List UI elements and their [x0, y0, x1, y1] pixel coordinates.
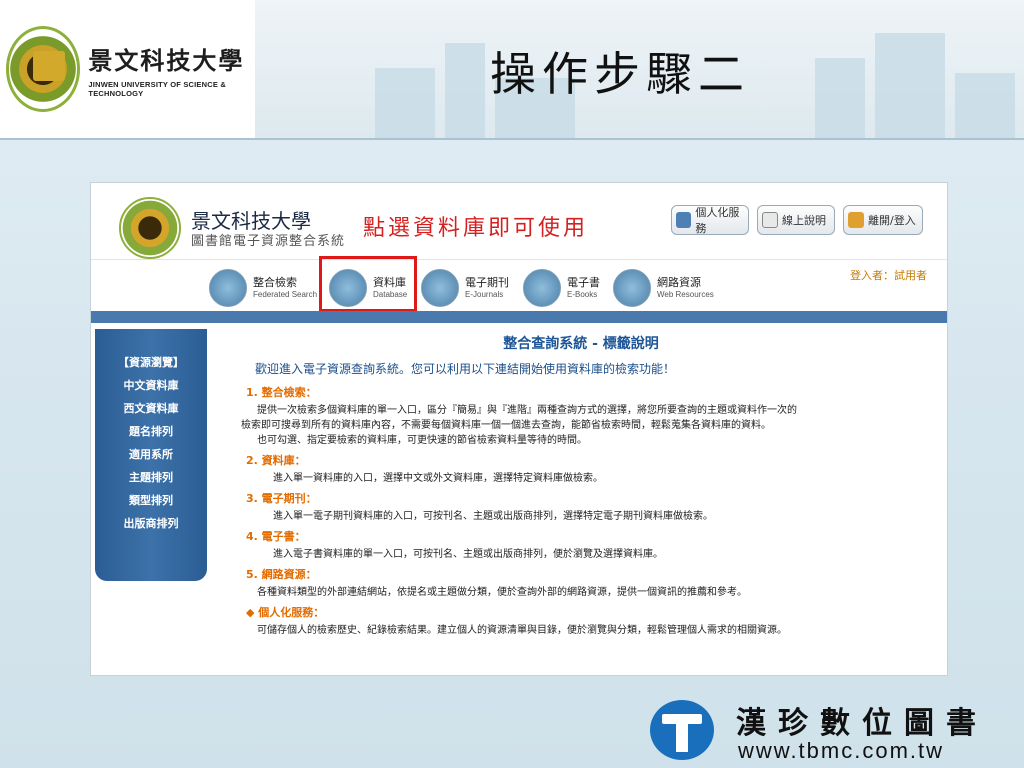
- section-text: 提供一次檢索多個資料庫的單一入口，區分『簡易』與『進階』兩種查詢方式的選擇，將您…: [257, 405, 797, 416]
- section-heading: 2. 資料庫：: [246, 454, 306, 467]
- nav-ebooks-en: E-Books: [567, 289, 598, 299]
- brand-name: 漢珍數位圖書: [736, 706, 988, 741]
- section-heading: 5. 網路資源：: [246, 568, 317, 581]
- section-text: 進入單一電子期刊資料庫的入口，可按刊名、主題或出版商排列，選擇特定電子期刊資料庫…: [273, 511, 713, 522]
- section-text: 也可勾選、指定要檢索的資料庫，可更快速的節省檢索資料量等待的時間。: [257, 435, 587, 446]
- section-heading: 1. 整合檢索：: [246, 386, 317, 399]
- header-divider: [0, 138, 1024, 140]
- sidebar-heading: 【資源瀏覽】: [118, 356, 184, 369]
- sidebar-item-by-type[interactable]: 類型排列: [95, 489, 207, 512]
- database-highlight-box: [319, 256, 417, 312]
- ebook-icon: [523, 269, 561, 307]
- library-system-screenshot: 景文科技大學 圖書館電子資源整合系統 點選資料庫即可使用 個人化服務 線上說明 …: [90, 182, 948, 676]
- school-logo: 景文科技大學 JINWEN UNIVERSITY OF SCIENCE & TE…: [0, 0, 255, 138]
- section-text: 可儲存個人的檢索歷史、紀錄檢索結果。建立個人的資源清單與目錄，便於瀏覽與分類，輕…: [257, 625, 787, 636]
- nav-web-resources[interactable]: 網路資源 Web Resources: [613, 266, 714, 310]
- nav-web-resources-label: 網路資源: [657, 276, 701, 290]
- sidebar-item-chinese-db[interactable]: 中文資料庫: [95, 374, 207, 397]
- brand-url: www.tbmc.com.tw: [738, 738, 945, 763]
- nav-federated-search[interactable]: 整合檢索 Federated Search: [209, 266, 317, 310]
- ejournal-icon: [421, 269, 459, 307]
- welcome-text: 歡迎進入電子資源查詢系統。您可以利用以下連結開始使用資料庫的檢索功能！: [255, 362, 676, 376]
- exit-login-button[interactable]: 離開/登入: [843, 205, 923, 235]
- nav-ebooks-label: 電子書: [567, 276, 600, 290]
- nav-divider-band: [91, 311, 947, 323]
- sidebar-item-by-publisher[interactable]: 出版商排列: [95, 512, 207, 535]
- sidebar-item-by-title[interactable]: 題名排列: [95, 420, 207, 443]
- nav-web-resources-en: Web Resources: [657, 289, 714, 299]
- tbmc-logo-icon: [650, 700, 714, 760]
- nav-ejournals-en: E-Journals: [465, 289, 504, 299]
- online-help-label: 線上說明: [782, 214, 826, 227]
- nav-federated-search-en: Federated Search: [253, 289, 318, 299]
- sidebar: 【資源瀏覽】 中文資料庫 西文資料庫 題名排列 適用系所 主題排列 類型排列 出…: [95, 329, 207, 581]
- school-emblem-icon: [6, 26, 81, 112]
- nav-ejournals-label: 電子期刊: [465, 276, 509, 290]
- site-subtitle: 圖書館電子資源整合系統: [191, 234, 346, 249]
- instruction-annotation: 點選資料庫即可使用: [363, 216, 589, 241]
- sidebar-item-by-subject[interactable]: 主題排列: [95, 466, 207, 489]
- sidebar-item-by-department[interactable]: 適用系所: [95, 443, 207, 466]
- login-status: 登入者：試用者: [850, 269, 927, 282]
- nav-ebooks[interactable]: 電子書 E-Books: [523, 266, 600, 310]
- personal-service-label: 個人化服務: [695, 206, 740, 235]
- user-icon: [676, 212, 692, 228]
- site-logo-icon: [119, 197, 181, 259]
- school-name-en: JINWEN UNIVERSITY OF SCIENCE & TECHNOLOG…: [88, 79, 226, 98]
- book-icon: [762, 212, 778, 228]
- online-help-button[interactable]: 線上說明: [757, 205, 835, 235]
- main-nav: 整合檢索 Federated Search 資料庫 Database 電子期刊 …: [91, 259, 947, 311]
- content-title: 整合查詢系統 - 標籤說明: [503, 336, 659, 352]
- personal-service-button[interactable]: 個人化服務: [671, 205, 749, 235]
- section-heading: ◆ 個人化服務：: [246, 606, 325, 619]
- nav-ejournals[interactable]: 電子期刊 E-Journals: [421, 266, 509, 310]
- door-icon: [848, 212, 864, 228]
- nav-federated-search-label: 整合檢索: [253, 276, 297, 290]
- exit-login-label: 離開/登入: [868, 214, 916, 227]
- globe-icon: [613, 269, 651, 307]
- section-heading: 4. 電子書：: [246, 530, 306, 543]
- section-text: 各種資料類型的外部連結網站，依提名或主題做分類，便於查詢外部的網路資源，提供一個…: [257, 587, 747, 598]
- section-text: 進入單一資料庫的入口，選擇中文或外文資料庫，選擇特定資料庫做檢索。: [273, 473, 603, 484]
- section-text: 進入電子書資料庫的單一入口，可按刊名、主題或出版商排列，便於瀏覽及選擇資料庫。: [273, 549, 663, 560]
- slide-title: 操作步驟二: [490, 47, 750, 101]
- section-heading: 3. 電子期刊：: [246, 492, 317, 505]
- content-area: 整合查詢系統 - 標籤說明 歡迎進入電子資源查詢系統。您可以利用以下連結開始使用…: [241, 333, 921, 638]
- school-name-cn: 景文科技大學: [88, 45, 245, 75]
- section-text: 檢索即可搜尋到所有的資料庫內容，不需要每個資料庫一個一個進去查詢，能節省檢索時間…: [241, 420, 771, 431]
- sidebar-item-western-db[interactable]: 西文資料庫: [95, 397, 207, 420]
- federated-search-icon: [209, 269, 247, 307]
